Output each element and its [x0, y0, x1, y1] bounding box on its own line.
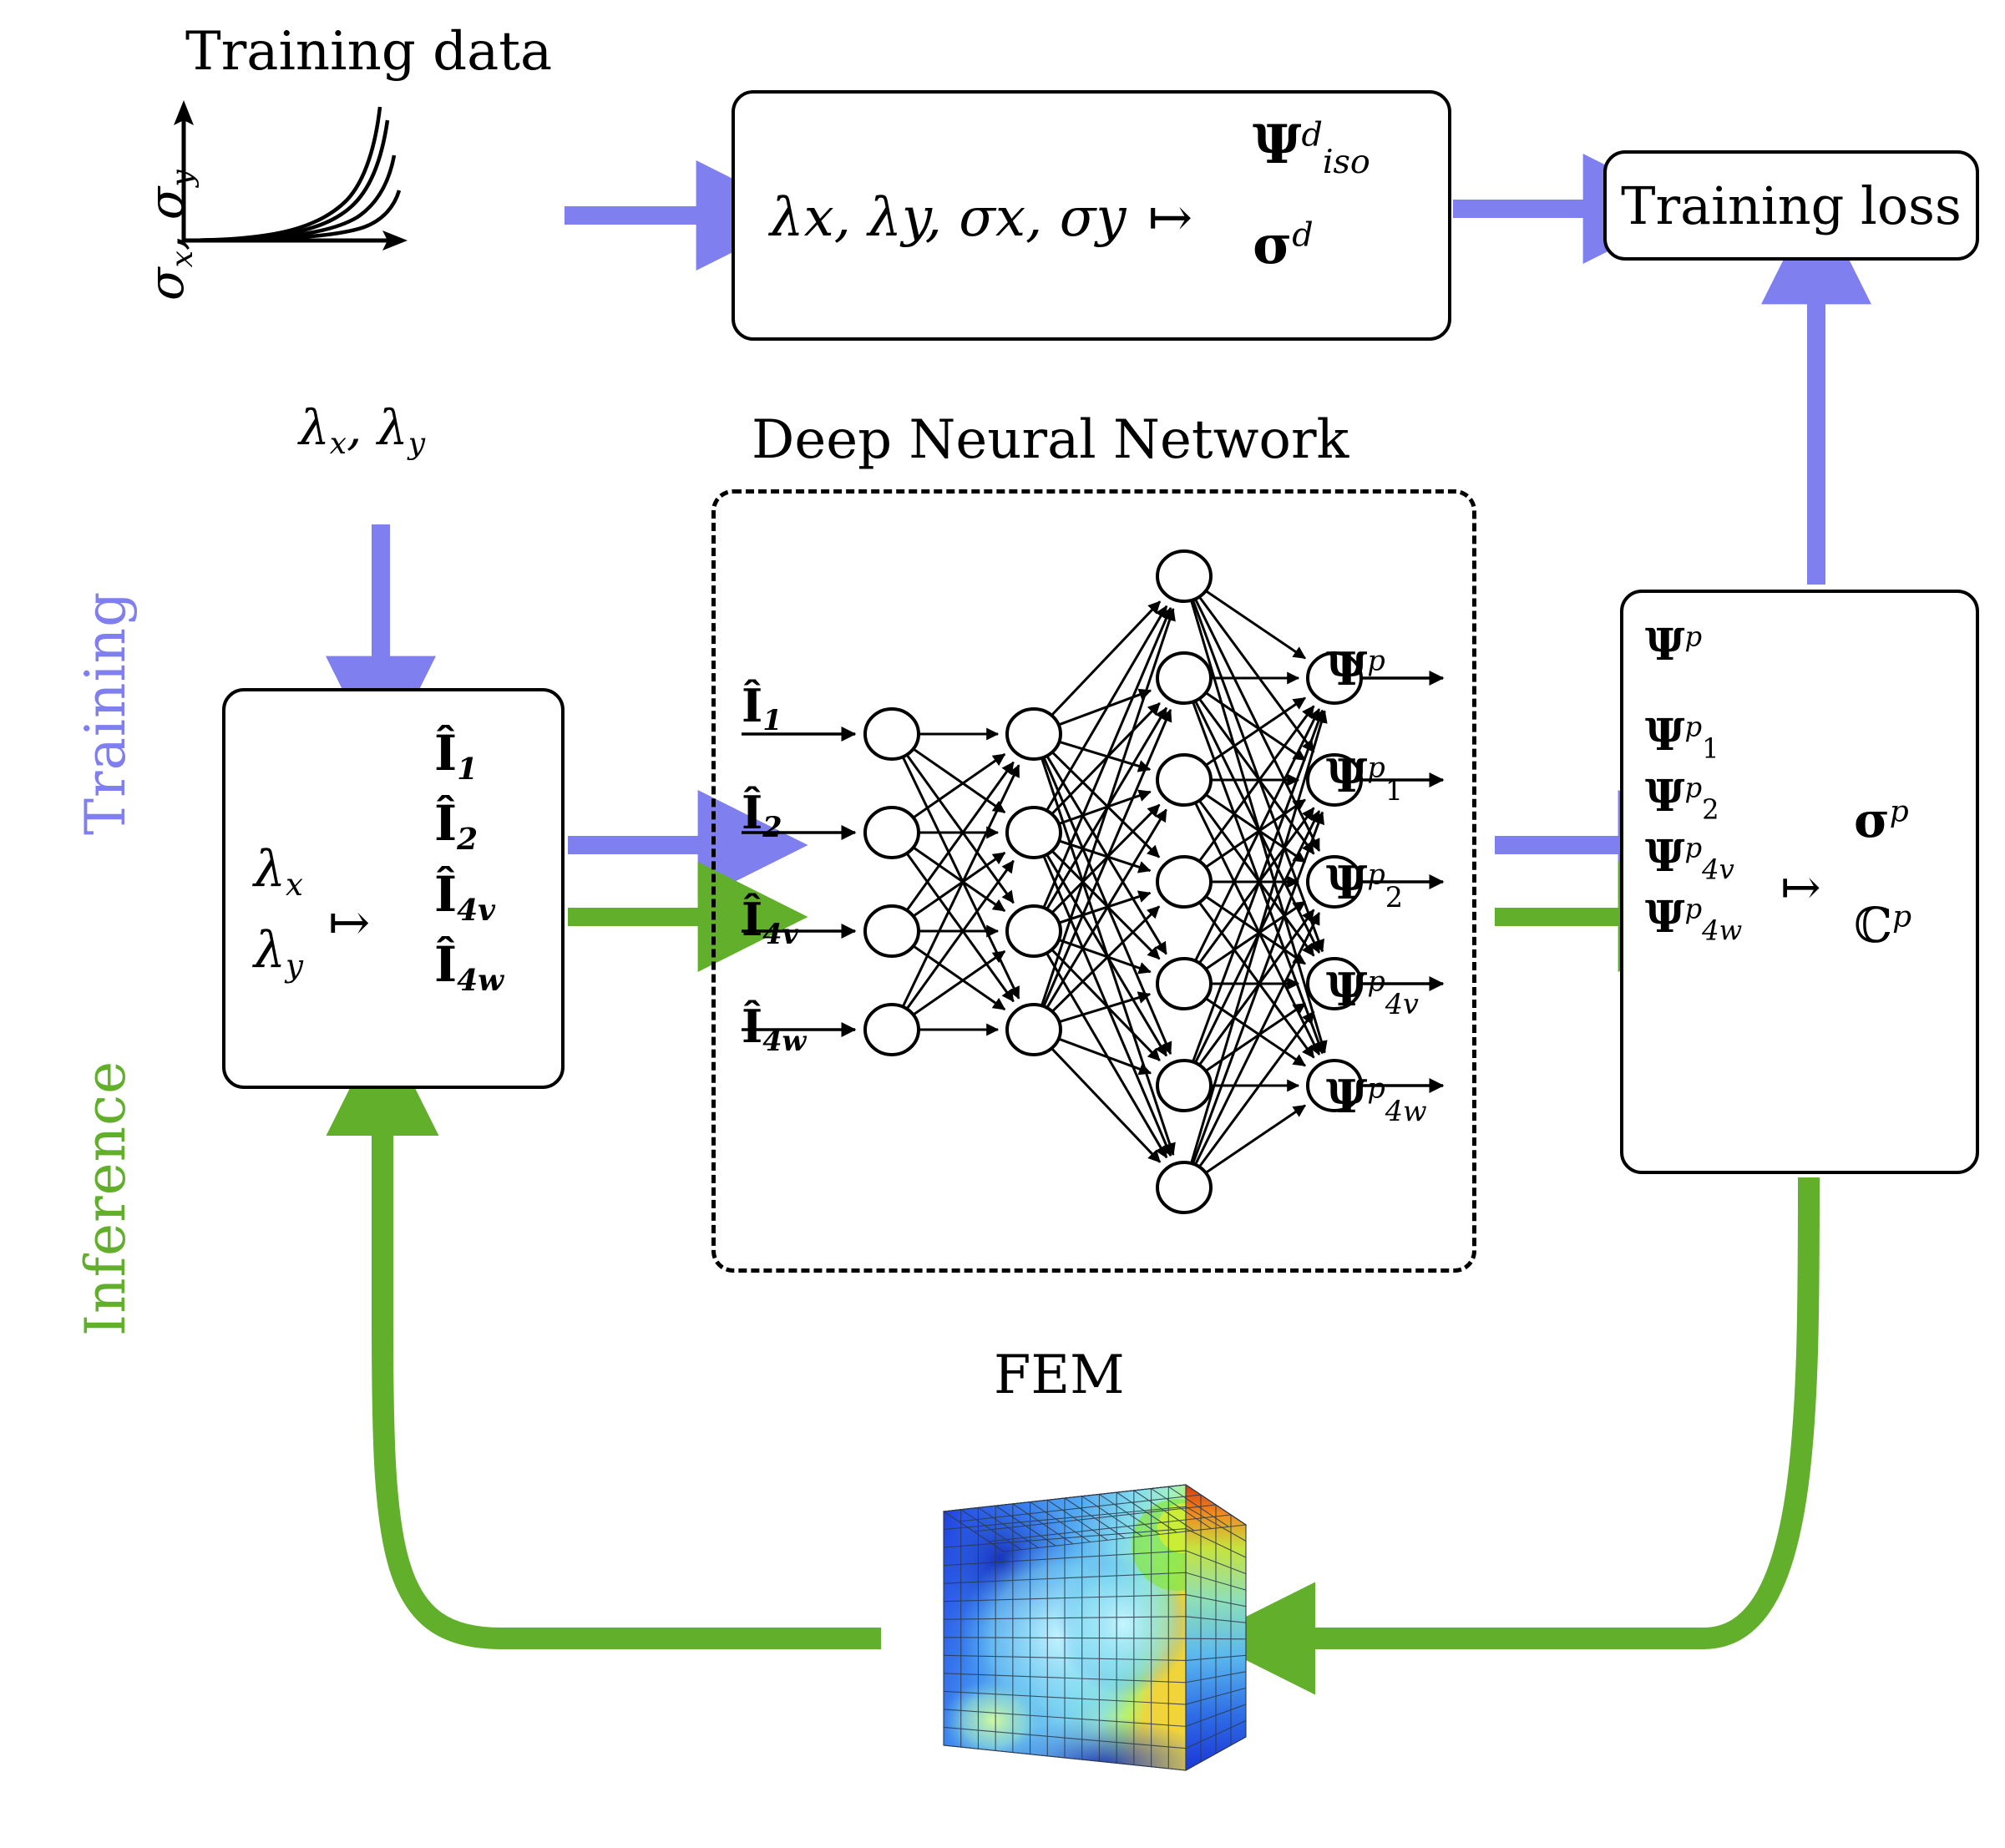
stress-box-output-sigma: σp	[1854, 792, 1909, 848]
iso-box-output-psi: Ψdiso	[1253, 114, 1370, 181]
network-node	[1005, 707, 1062, 761]
network-node	[1156, 957, 1213, 1010]
network-node	[1005, 1003, 1062, 1056]
iso-box-mapsto-icon: ↦	[1147, 187, 1193, 249]
stress-box-input-psi-1: Ψp1	[1645, 710, 1719, 765]
network-node	[1005, 806, 1062, 859]
stress-box-input-psi-4w: Ψp4w	[1645, 891, 1743, 947]
network-output-label-psi-4v: Ψp4v	[1326, 962, 1419, 1020]
network-output-label-psi-1: Ψp1	[1326, 748, 1404, 807]
network-node	[863, 806, 920, 859]
training-loss-box: Training loss	[1603, 150, 1979, 261]
fem-mesh-svg	[942, 1484, 1248, 1771]
figure-canvas: Training Inference Training data σx, σy …	[0, 0, 2005, 1848]
stress-box-input-psi: Ψp	[1645, 620, 1703, 671]
stress-tangent-box: Ψp Ψp1 Ψp2 Ψp4v Ψp4w ↦ σp ℂp	[1620, 590, 1979, 1174]
network-node	[1005, 904, 1062, 958]
fem-mesh-visualization	[935, 1445, 1269, 1820]
network-output-label-psi-4w: Ψp4w	[1326, 1069, 1427, 1127]
network-node	[863, 904, 920, 958]
invariants-box-output-list: Î1 Î2 Î4v Î4w	[434, 720, 504, 1002]
stress-box-input-psi-4v: Ψp4v	[1645, 831, 1734, 886]
stress-box-input-list: Ψp Ψp1 Ψp2 Ψp4v Ψp4w	[1645, 616, 1742, 949]
invariant-i1: Î1	[434, 725, 478, 787]
invariant-i2: Î2	[434, 795, 478, 858]
invariant-i4v: Î4v	[434, 865, 496, 928]
iso-box-output-sigma: σd	[1253, 213, 1314, 276]
network-node	[1156, 855, 1213, 909]
invariants-box-mapsto-icon: ↦	[328, 894, 371, 953]
fem-title: FEM	[994, 1344, 1125, 1406]
network-node	[1156, 1059, 1213, 1112]
network-node	[863, 707, 920, 761]
invariants-box-input-lambda-x: λx	[254, 840, 304, 904]
network-output-label-psi: Ψp	[1326, 642, 1385, 696]
iso-box-inputs: λx, λy, σx, σy	[770, 187, 1127, 249]
stress-box-mapsto-icon: ↦	[1780, 858, 1821, 915]
invariant-i4w: Î4w	[434, 936, 504, 998]
training-loss-label: Training loss	[1621, 175, 1962, 236]
iso-mapping-box: λx, λy, σx, σy ↦ Ψdiso σd	[732, 90, 1451, 341]
invariants-box: λx λy ↦ Î1 Î2 Î4v Î4w	[222, 688, 565, 1089]
deep-neural-network-title: Deep Neural Network	[752, 409, 1349, 471]
stress-box-output-tangent: ℂp	[1854, 896, 1912, 954]
network-node	[1156, 753, 1213, 807]
network-output-label-psi-2: Ψp2	[1326, 855, 1404, 914]
invariants-box-input-lambda-y: λy	[254, 921, 304, 985]
network-output-labels: Ψp Ψp1 Ψp2 Ψp4v Ψp4w	[1326, 616, 1427, 1151]
network-node	[1156, 549, 1213, 603]
network-node	[1156, 1161, 1213, 1214]
network-node	[863, 1003, 920, 1056]
stress-box-input-psi-2: Ψp2	[1645, 770, 1719, 826]
network-node	[1156, 651, 1213, 705]
